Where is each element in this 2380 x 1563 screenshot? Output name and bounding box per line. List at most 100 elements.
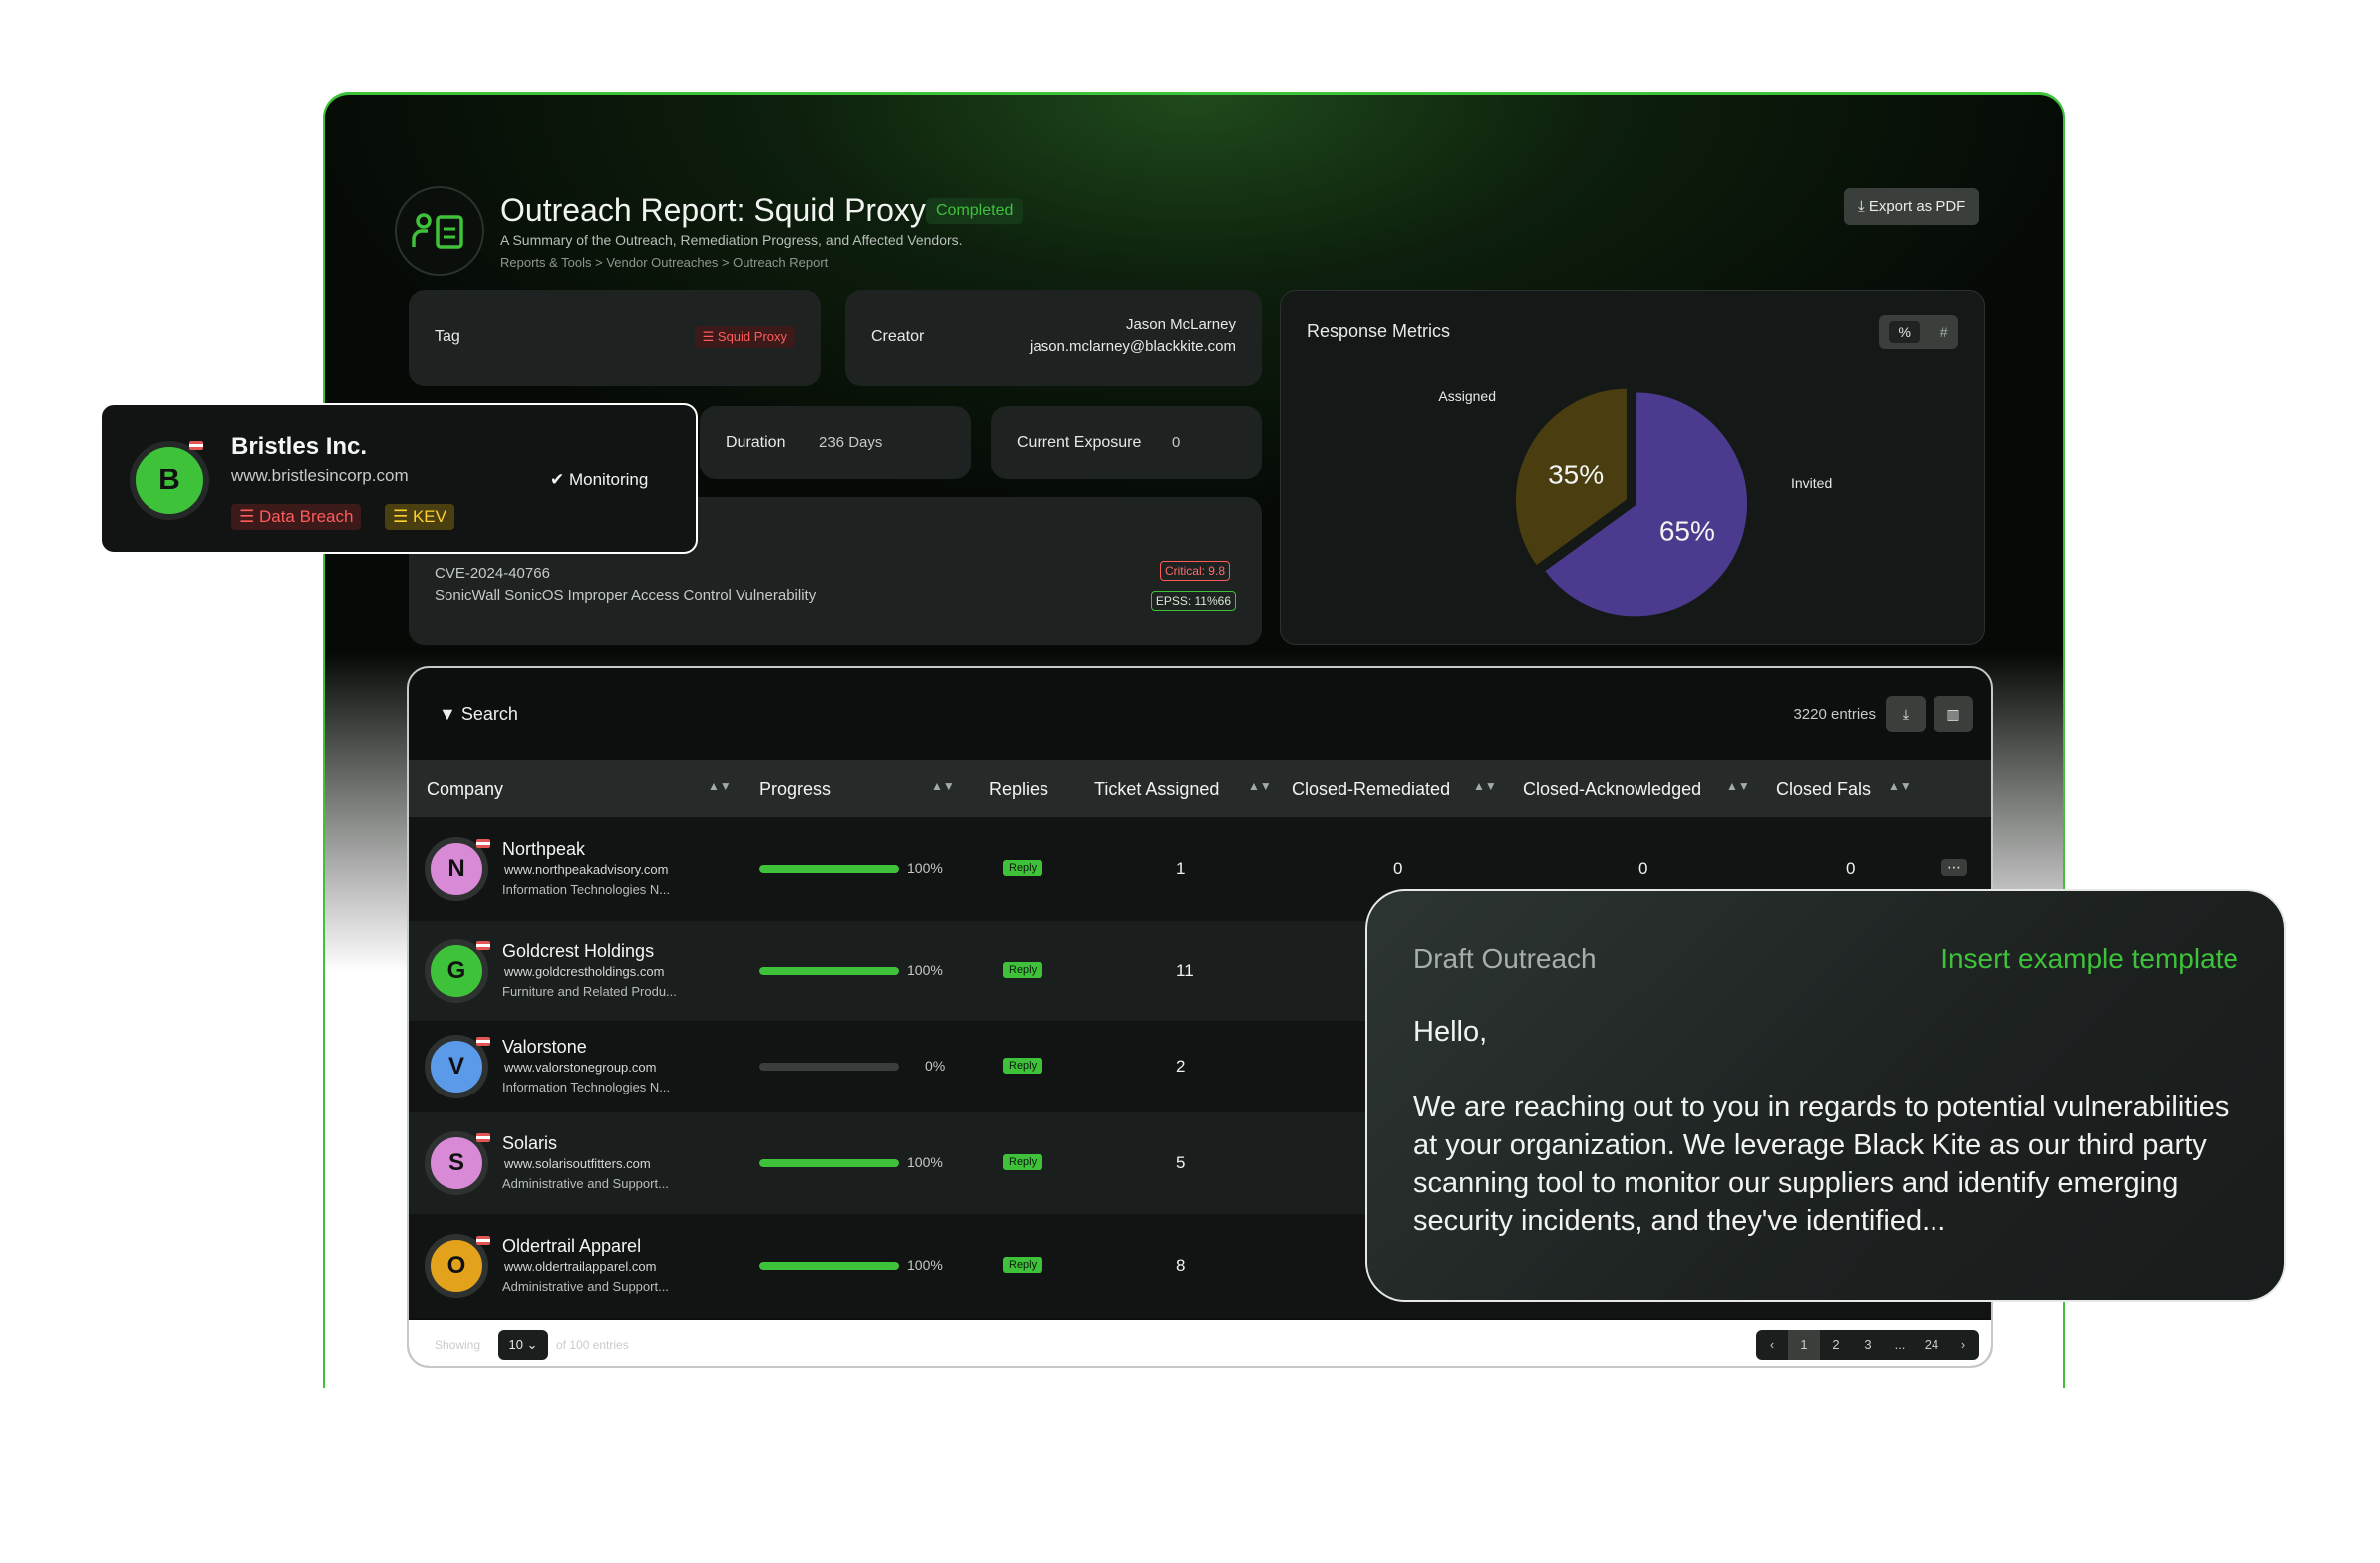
list-icon: ☰ — [239, 507, 259, 526]
vendor-website[interactable]: www.bristlesincorp.com — [231, 467, 409, 486]
us-flag-icon — [476, 941, 490, 950]
kev-tag[interactable]: ☰ KEV — [385, 504, 454, 530]
status-badge: Completed — [926, 198, 1024, 224]
sort-icon[interactable]: ▲▼ — [1726, 780, 1750, 793]
col-closed-acknowledged[interactable]: Closed-Acknowledged — [1523, 780, 1701, 800]
exposure-card: Current Exposure 0 — [991, 406, 1262, 479]
reply-badge[interactable]: Reply — [1003, 1257, 1043, 1273]
sort-icon[interactable]: ▲▼ — [708, 780, 732, 793]
vendor-name: Bristles Inc. — [231, 433, 368, 460]
ticket-assigned-value: 5 — [1176, 1153, 1186, 1172]
reply-badge[interactable]: Reply — [1003, 1154, 1043, 1170]
col-closed-false[interactable]: Closed Fals — [1776, 780, 1871, 800]
company-name[interactable]: Solaris — [502, 1133, 557, 1154]
duration-card: Duration 236 Days — [700, 406, 971, 479]
download-button[interactable]: ⤓ — [1886, 696, 1926, 732]
page-1[interactable]: 1 — [1788, 1330, 1820, 1360]
reply-badge[interactable]: Reply — [1003, 1058, 1043, 1074]
search-label: Search — [460, 704, 518, 724]
showing-label: Showing — [435, 1338, 481, 1352]
sort-icon[interactable]: ▲▼ — [1473, 780, 1497, 793]
chevron-down-icon: ⌄ — [522, 1337, 538, 1352]
draft-greeting: Hello, — [1413, 1016, 1488, 1048]
page-2[interactable]: 2 — [1820, 1330, 1852, 1360]
closed-remediated-value: 0 — [1393, 859, 1403, 878]
draft-editor[interactable]: Hello, We are reaching out to you in reg… — [1413, 1013, 2240, 1240]
col-closed-remediated[interactable]: Closed-Remediated — [1292, 780, 1450, 800]
sort-icon[interactable]: ▲▼ — [1248, 780, 1272, 793]
reply-badge[interactable]: Reply — [1003, 962, 1043, 978]
closed-false-value: 0 — [1846, 859, 1856, 878]
kev-label: KEV — [412, 507, 446, 526]
page-3[interactable]: 3 — [1852, 1330, 1884, 1360]
progress-percent: 100% — [907, 860, 943, 876]
breadcrumb[interactable]: Reports & Tools > Vendor Outreaches > Ou… — [500, 255, 828, 270]
us-flag-icon — [476, 1037, 490, 1046]
check-icon: ✔ — [550, 470, 569, 489]
sort-icon[interactable]: ▲▼ — [1888, 780, 1912, 793]
progress-fill — [759, 865, 899, 873]
company-name[interactable]: Oldertrail Apparel — [502, 1236, 641, 1257]
list-icon: ☰ — [702, 329, 718, 344]
page-size-select[interactable]: 10 ⌄ — [498, 1330, 548, 1360]
more-options-icon[interactable]: ⋯ — [1941, 859, 1967, 876]
chevron-left-icon[interactable]: ‹ — [1756, 1330, 1788, 1360]
data-breach-label: Data Breach — [258, 507, 354, 526]
of-entries-label: of 100 entries — [556, 1338, 629, 1352]
company-name[interactable]: Northpeak — [502, 839, 585, 860]
ticket-assigned-value: 1 — [1176, 859, 1186, 878]
chevron-right-icon[interactable]: › — [1947, 1330, 1979, 1360]
table-footer: Showing 10 ⌄ of 100 entries ‹ 1 2 3 ... … — [409, 1320, 1991, 1366]
ticket-assigned-value: 2 — [1176, 1057, 1186, 1076]
creator-card: Creator Jason McLarney jason.mclarney@bl… — [845, 290, 1262, 386]
us-flag-icon — [476, 1133, 490, 1142]
company-website[interactable]: www.valorstonegroup.com — [504, 1060, 656, 1075]
outreach-logo-icon — [395, 186, 484, 276]
progress-bar — [759, 865, 899, 873]
draft-outreach-panel: Draft Outreach Insert example template H… — [1365, 889, 2286, 1302]
monitoring-status: ✔ Monitoring — [550, 470, 648, 490]
reply-badge[interactable]: Reply — [1003, 860, 1043, 876]
company-industry: Information Technologies N... — [502, 882, 671, 897]
columns-button[interactable]: ▥ — [1934, 696, 1973, 732]
col-progress[interactable]: Progress — [759, 780, 831, 800]
duration-value: 236 Days — [819, 434, 883, 451]
sort-icon[interactable]: ▲▼ — [931, 780, 955, 793]
stage: Outreach Report: Squid Proxy Completed A… — [0, 0, 2380, 1563]
pie-category-label: Assigned — [1438, 388, 1496, 404]
company-name[interactable]: Valorstone — [502, 1037, 587, 1058]
company-website[interactable]: www.northpeakadvisory.com — [504, 862, 669, 877]
creator-email[interactable]: jason.mclarney@blackkite.com — [1030, 338, 1236, 355]
company-industry: Furniture and Related Produ... — [502, 984, 677, 999]
export-label: Export as PDF — [1868, 198, 1966, 215]
page-ellipsis: ... — [1894, 1337, 1906, 1352]
data-breach-tag[interactable]: ☰ Data Breach — [231, 504, 362, 530]
insert-template-link[interactable]: Insert example template — [1940, 943, 2238, 975]
progress-percent: 0% — [925, 1058, 946, 1074]
pagination: ‹ 1 2 3 ... 24 › — [1756, 1330, 1979, 1360]
tag-label: Tag — [435, 328, 460, 345]
progress-percent: 100% — [907, 1257, 943, 1273]
company-website[interactable]: www.goldcrestholdings.com — [504, 964, 664, 979]
draft-title: Draft Outreach — [1413, 943, 1597, 974]
search-filter[interactable]: ▼ Search — [439, 704, 518, 725]
progress-fill — [759, 967, 899, 975]
tag-chip[interactable]: ☰ Squid Proxy — [694, 326, 795, 348]
page-24[interactable]: 24 — [1916, 1330, 1947, 1360]
critical-badge: Critical: 9.8 — [1159, 561, 1230, 581]
vendor-popup[interactable]: B Bristles Inc. www.bristlesincorp.com ✔… — [100, 403, 698, 554]
vendor-avatar: B — [130, 441, 209, 520]
company-website[interactable]: www.oldertrailapparel.com — [504, 1259, 656, 1274]
page-size-value: 10 — [508, 1337, 523, 1352]
company-name[interactable]: Goldcrest Holdings — [502, 941, 654, 962]
ticket-assigned-value: 11 — [1176, 961, 1194, 980]
col-replies[interactable]: Replies — [989, 780, 1048, 800]
export-pdf-button[interactable]: ⤓ Export as PDF — [1844, 188, 1980, 225]
duration-label: Duration — [726, 434, 786, 451]
cve-id[interactable]: CVE-2024-40766 — [435, 565, 550, 582]
col-ticket-assigned[interactable]: Ticket Assigned — [1094, 780, 1219, 800]
tag-card: Tag ☰ Squid Proxy — [409, 290, 821, 386]
company-website[interactable]: www.solarisoutfitters.com — [504, 1156, 651, 1171]
response-pie-chart: 65% Invited 35% Assigned — [1438, 385, 1832, 620]
col-company[interactable]: Company — [427, 780, 503, 800]
